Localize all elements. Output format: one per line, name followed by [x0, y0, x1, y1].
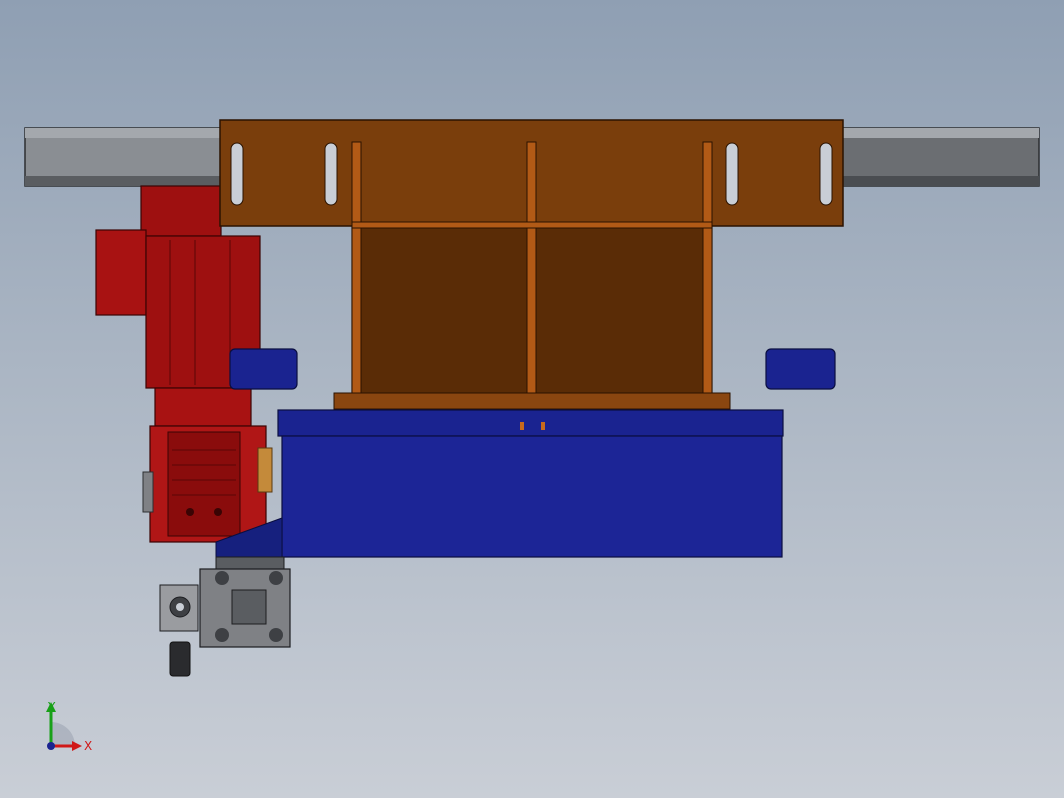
y-axis-label: Y	[47, 700, 56, 714]
right-rail[interactable]	[841, 127, 1040, 187]
mounting-bracket[interactable]	[219, 119, 844, 410]
z-axis-dot-icon	[47, 742, 55, 750]
triad-plane-icon	[51, 722, 75, 746]
cad-assembly-model[interactable]	[0, 0, 1064, 798]
left-rail[interactable]	[24, 127, 224, 187]
coordinate-triad: Y X	[46, 700, 92, 753]
x-axis-label: X	[84, 739, 92, 753]
clamp-mechanism[interactable]	[159, 556, 291, 677]
graphics-viewport[interactable]: Y X	[0, 0, 1064, 798]
